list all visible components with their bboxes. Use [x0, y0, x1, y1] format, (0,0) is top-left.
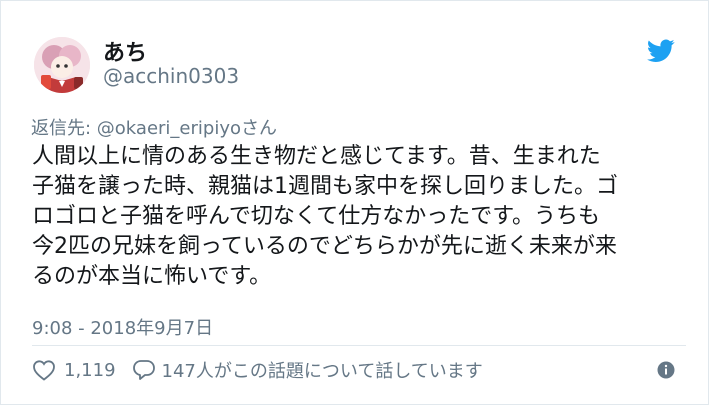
- author-handle[interactable]: @acchin0303: [103, 64, 239, 88]
- action-bar: 1,119 147人がこの話題について話しています: [32, 356, 483, 384]
- tweet-text-line: 人間以上に情のある生き物だと感じてます。昔、生まれた: [32, 144, 601, 169]
- discussion-label: 147人がこの話題について話しています: [161, 361, 483, 382]
- info-icon[interactable]: [657, 361, 675, 379]
- reply-suffix: さん: [241, 118, 277, 139]
- reply-mention-link[interactable]: @okaeri_eripiyo: [97, 118, 241, 139]
- like-button[interactable]: 1,119: [32, 359, 116, 381]
- discussion-button[interactable]: 147人がこの話題について話しています: [132, 357, 483, 383]
- reply-to-line: 返信先: @okaeri_eripiyoさん: [31, 114, 277, 140]
- tweet-text-line: 今2匹の兄妹を飼っているのでどちらかが先に逝く未来が来: [32, 234, 617, 259]
- reply-prefix: 返信先:: [31, 118, 97, 139]
- speech-bubble-icon: [132, 358, 156, 382]
- tweet-card: あち @acchin0303 返信先: @okaeri_eripiyoさん 人間…: [0, 0, 709, 405]
- avatar[interactable]: [34, 37, 90, 93]
- heart-icon: [32, 359, 56, 381]
- like-count: 1,119: [64, 359, 116, 381]
- tweet-text-line: ロゴロと子猫を呼んで切なくて仕方なかったです。うちも: [32, 204, 601, 229]
- tweet-text: 人間以上に情のある生き物だと感じてます。昔、生まれた 子猫を譲った時、親猫は1週…: [32, 142, 682, 292]
- twitter-bird-icon[interactable]: [647, 39, 675, 63]
- tweet-text-line: るのが本当に怖いです。: [32, 264, 272, 289]
- author-name[interactable]: あち: [103, 35, 147, 67]
- tweet-text-line: 子猫を譲った時、親猫は1週間も家中を探し回りました。ゴ: [32, 174, 618, 199]
- divider: [32, 345, 686, 346]
- timestamp[interactable]: 9:08 - 2018年9月7日: [32, 314, 213, 340]
